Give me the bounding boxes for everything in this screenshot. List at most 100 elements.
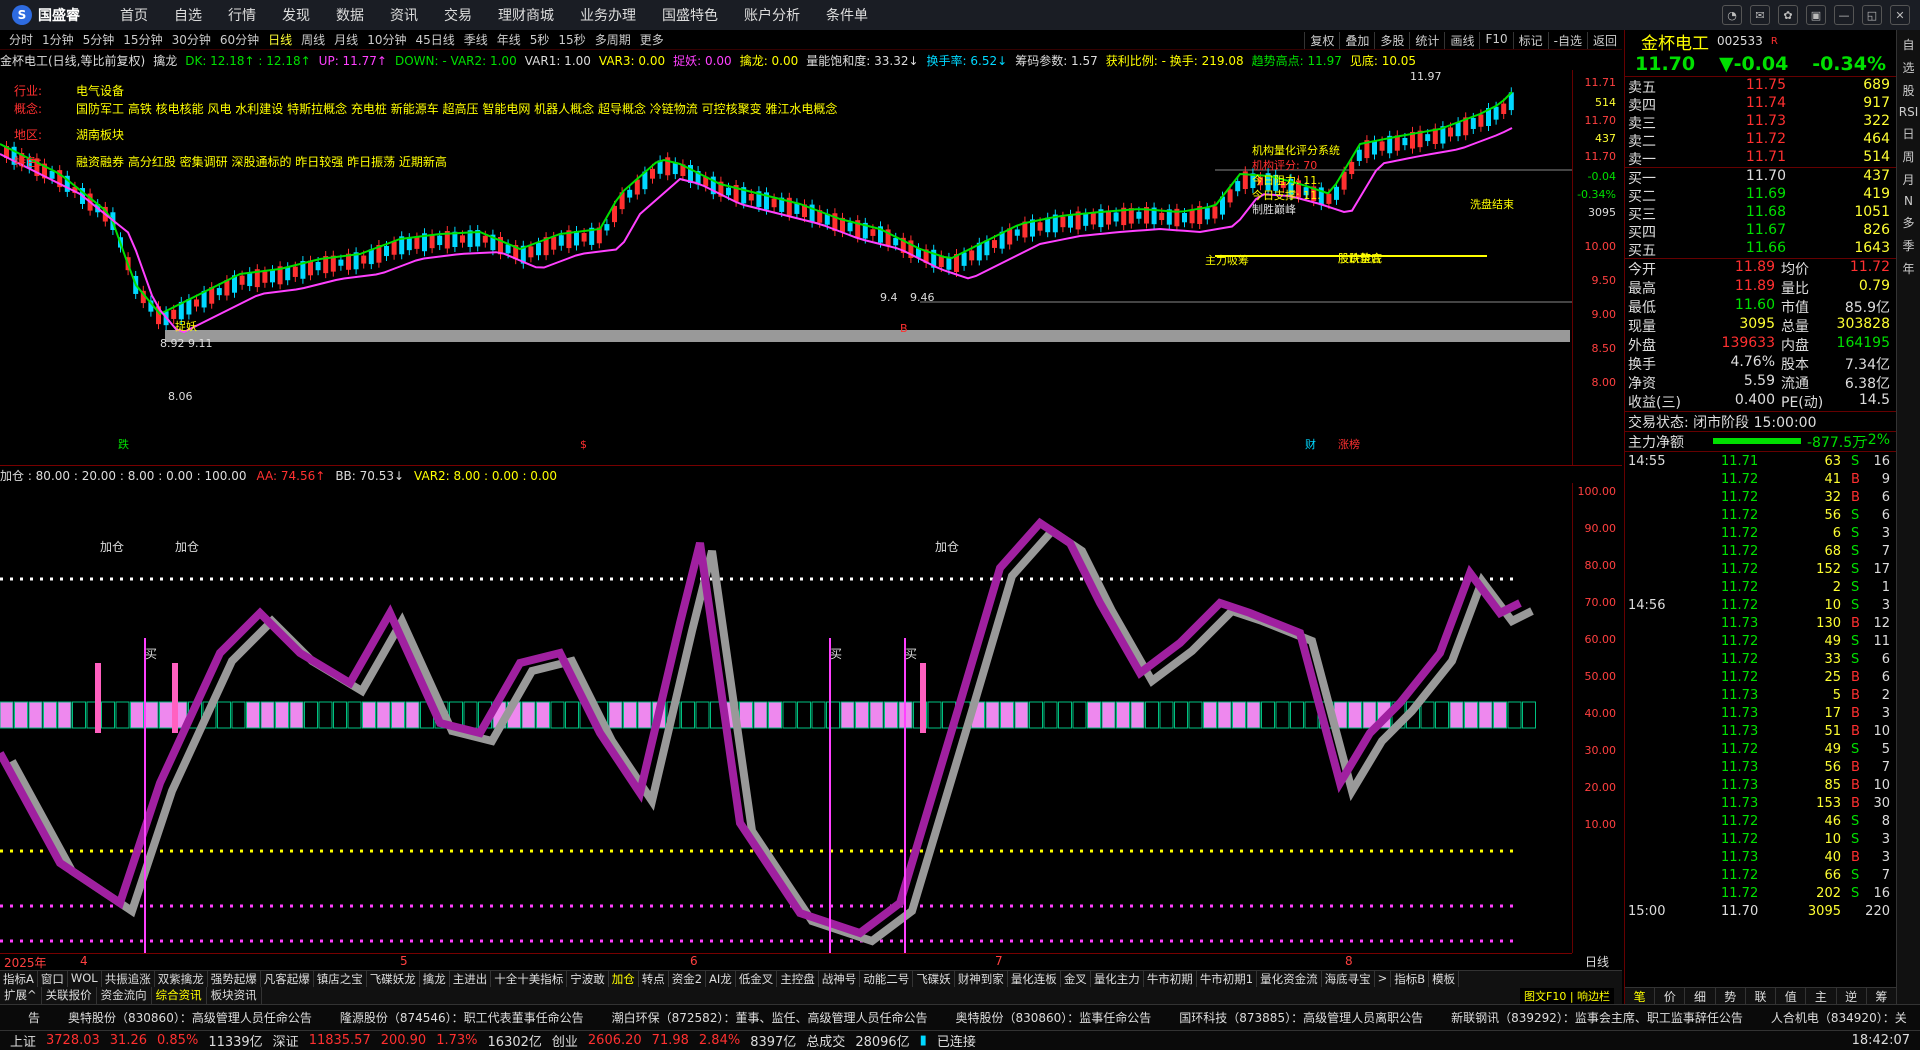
period-12[interactable]: 年线 <box>497 31 521 48</box>
tool-3[interactable]: 统计 <box>1409 32 1444 49</box>
kline-chart[interactable]: 捉妖 8.92 9.11 8.06 9.46 9.4 11.97 机构量化评分系统机构评分: … <box>0 70 1572 465</box>
side-tab[interactable]: 股 <box>1902 82 1914 99</box>
menu-item-1[interactable]: 自选 <box>174 5 202 25</box>
layout-icon[interactable]: ▣ <box>1806 5 1826 25</box>
news-item[interactable]: 告 <box>28 1009 40 1026</box>
indicator-tab[interactable]: WOL <box>68 971 102 987</box>
menu-item-3[interactable]: 发现 <box>282 5 310 25</box>
indicator-tab[interactable]: 加仓 <box>609 971 639 987</box>
tool-5[interactable]: F10 <box>1479 32 1512 49</box>
news-item[interactable]: 奥特股份（830860）：监事任命公告 <box>955 1009 1151 1026</box>
bottom-tab[interactable]: 关联报价 <box>42 987 97 1004</box>
side-tab[interactable]: 月 <box>1902 171 1914 188</box>
indicator-tab[interactable]: 宁波敢 <box>567 971 609 987</box>
indicator-tab[interactable]: 量化主力 <box>1091 971 1144 987</box>
message-icon[interactable]: ✉ <box>1750 5 1770 25</box>
period-4[interactable]: 30分钟 <box>172 31 211 48</box>
indicator-tab[interactable]: AI龙 <box>706 971 736 987</box>
indicator-tab[interactable]: 镇店之宝 <box>314 971 367 987</box>
bottom-tab[interactable]: 资金流向 <box>97 987 152 1004</box>
indicator-tab[interactable]: > <box>1375 971 1392 987</box>
bottom-tab[interactable]: 板块资讯 <box>207 987 262 1004</box>
indicator-tab[interactable]: 财神到家 <box>955 971 1008 987</box>
period-8[interactable]: 月线 <box>334 31 358 48</box>
quote-tab[interactable]: 逆 <box>1837 988 1867 1004</box>
side-links[interactable]: 图文F10 | 响边栏 <box>1520 988 1615 1004</box>
period-11[interactable]: 季线 <box>464 31 488 48</box>
news-item[interactable]: 隆源股份（874546）：职工代表董事任命公告 <box>340 1009 584 1026</box>
indicator-tab[interactable]: 主进出 <box>450 971 492 987</box>
bid-row[interactable]: 买五 11.66 1643 <box>1625 240 1896 259</box>
indicator-tab[interactable]: 低金叉 <box>736 971 778 987</box>
indicator-tab[interactable]: 牛市初期1 <box>1197 971 1258 987</box>
minimize-icon[interactable]: — <box>1834 5 1854 25</box>
news-item[interactable]: 奥特股份（830860）：高级管理人员任命公告 <box>68 1009 312 1026</box>
indicator-tab[interactable]: 牛市初期 <box>1144 971 1197 987</box>
menu-item-7[interactable]: 理财商城 <box>498 5 554 25</box>
tool-2[interactable]: 多股 <box>1374 32 1409 49</box>
sub-indicator-chart[interactable]: 加仓 加仓 加仓买 买 买 <box>0 483 1572 953</box>
news-item[interactable]: 人合机电（834920）：关 <box>1771 1009 1907 1026</box>
menu-item-5[interactable]: 资讯 <box>390 5 418 25</box>
side-tab[interactable]: 选 <box>1902 59 1914 76</box>
period-10[interactable]: 45日线 <box>415 31 454 48</box>
ask-row[interactable]: 卖二 11.72 464 <box>1625 131 1896 150</box>
side-tab[interactable]: 周 <box>1902 148 1914 165</box>
menu-item-9[interactable]: 国盛特色 <box>662 5 718 25</box>
tool-7[interactable]: -自选 <box>1547 32 1587 49</box>
period-0[interactable]: 分时 <box>9 31 33 48</box>
ask-row[interactable]: 卖三 11.73 322 <box>1625 113 1896 132</box>
indicator-tab[interactable]: 指标B <box>1391 971 1430 987</box>
ask-row[interactable]: 卖四 11.74 917 <box>1625 95 1896 114</box>
side-tab[interactable]: 自 <box>1902 36 1914 53</box>
indicator-tab[interactable]: 动能二号 <box>860 971 914 987</box>
tool-6[interactable]: 标记 <box>1512 32 1548 49</box>
indicator-tab[interactable]: 窗口 <box>38 971 68 987</box>
chat-icon[interactable]: ◔ <box>1722 5 1742 25</box>
period-1[interactable]: 1分钟 <box>42 31 74 48</box>
indicator-tab[interactable]: 战神号 <box>819 971 861 987</box>
tool-1[interactable]: 叠加 <box>1339 32 1374 49</box>
side-tab[interactable]: 年 <box>1902 260 1914 277</box>
period-15[interactable]: 多周期 <box>595 31 631 48</box>
menu-item-8[interactable]: 业务办理 <box>580 5 636 25</box>
indicator-tab[interactable]: 擒龙 <box>420 971 450 987</box>
indicator-tab[interactable]: 资金2 <box>669 971 707 987</box>
period-2[interactable]: 5分钟 <box>83 31 115 48</box>
bottom-tab[interactable]: 综合资讯 <box>152 987 207 1004</box>
period-5[interactable]: 60分钟 <box>220 31 259 48</box>
indicator-tab[interactable]: 强势起爆 <box>208 971 261 987</box>
menu-item-2[interactable]: 行情 <box>228 5 256 25</box>
period-3[interactable]: 15分钟 <box>123 31 162 48</box>
bid-row[interactable]: 买四 11.67 826 <box>1625 222 1896 241</box>
indicator-tab[interactable]: 凡客起爆 <box>261 971 314 987</box>
indicator-tab[interactable]: 共振追涨 <box>102 971 155 987</box>
quote-tab[interactable]: 主 <box>1806 988 1837 1004</box>
quote-tab[interactable]: 筹 <box>1867 988 1897 1004</box>
menu-item-4[interactable]: 数据 <box>336 5 364 25</box>
news-item[interactable]: 潮白环保（872582）：董事、监任、高级管理人员任命公告 <box>612 1009 928 1026</box>
quote-tab[interactable]: 势 <box>1716 988 1746 1004</box>
bid-row[interactable]: 买二 11.69 419 <box>1625 186 1896 205</box>
period-7[interactable]: 周线 <box>301 31 325 48</box>
quote-tab[interactable]: 值 <box>1776 988 1807 1004</box>
bottom-tab[interactable]: 扩展^ <box>0 987 42 1004</box>
menu-item-10[interactable]: 账户分析 <box>744 5 800 25</box>
news-item[interactable]: 国环科技（873885）：高级管理人员离职公告 <box>1179 1009 1423 1026</box>
quote-tab[interactable]: 细 <box>1685 988 1716 1004</box>
quote-tab[interactable]: 价 <box>1655 988 1686 1004</box>
indicator-tab[interactable]: 模板 <box>1429 971 1460 987</box>
indicator-tab[interactable]: 主控盘 <box>777 971 819 987</box>
side-tab[interactable]: RSI <box>1899 105 1919 119</box>
tool-8[interactable]: 返回 <box>1586 32 1622 49</box>
indicator-tab[interactable]: 指标A <box>0 971 38 987</box>
period-13[interactable]: 5秒 <box>530 31 550 48</box>
maximize-icon[interactable]: ◱ <box>1862 5 1882 25</box>
indicator-tab[interactable]: 双紫擒龙 <box>155 971 208 987</box>
indicator-tab[interactable]: 飞碟妖龙 <box>367 971 420 987</box>
bid-row[interactable]: 买一 11.70 437 <box>1625 168 1896 187</box>
side-tab[interactable]: N <box>1904 194 1913 208</box>
side-tab[interactable]: 季 <box>1902 237 1914 254</box>
quote-tab[interactable]: 笔 <box>1625 988 1656 1004</box>
period-label[interactable]: 日线 <box>1572 953 1622 969</box>
